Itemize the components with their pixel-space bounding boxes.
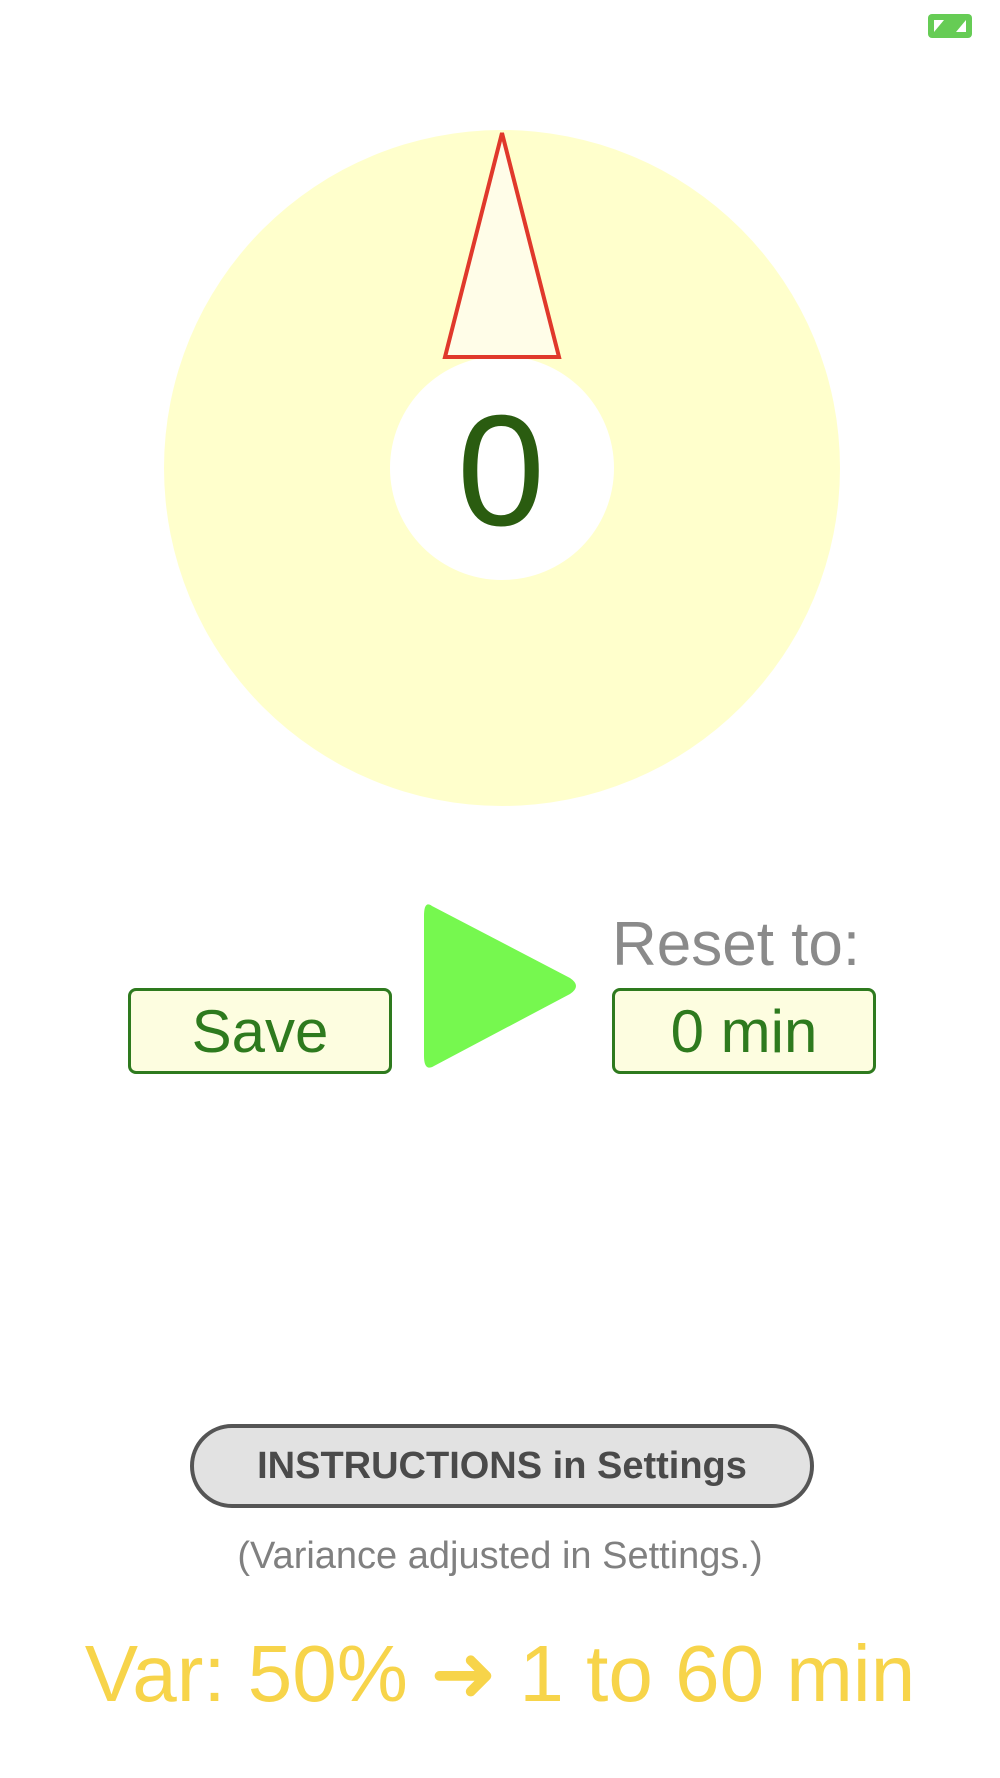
play-icon[interactable] [420, 896, 584, 1076]
expand-icon[interactable] [928, 14, 972, 38]
timer-value: 0 [457, 383, 545, 559]
save-button[interactable]: Save [128, 988, 392, 1074]
variance-summary: Var: 50% ➜ 1 to 60 min [84, 1629, 916, 1718]
instructions-button[interactable]: INSTRUCTIONS in Settings [190, 1424, 814, 1508]
reset-duration-button[interactable]: 0 min [612, 988, 876, 1074]
reset-to-label: Reset to: [612, 910, 861, 979]
variance-note: (Variance adjusted in Settings.) [237, 1535, 763, 1577]
